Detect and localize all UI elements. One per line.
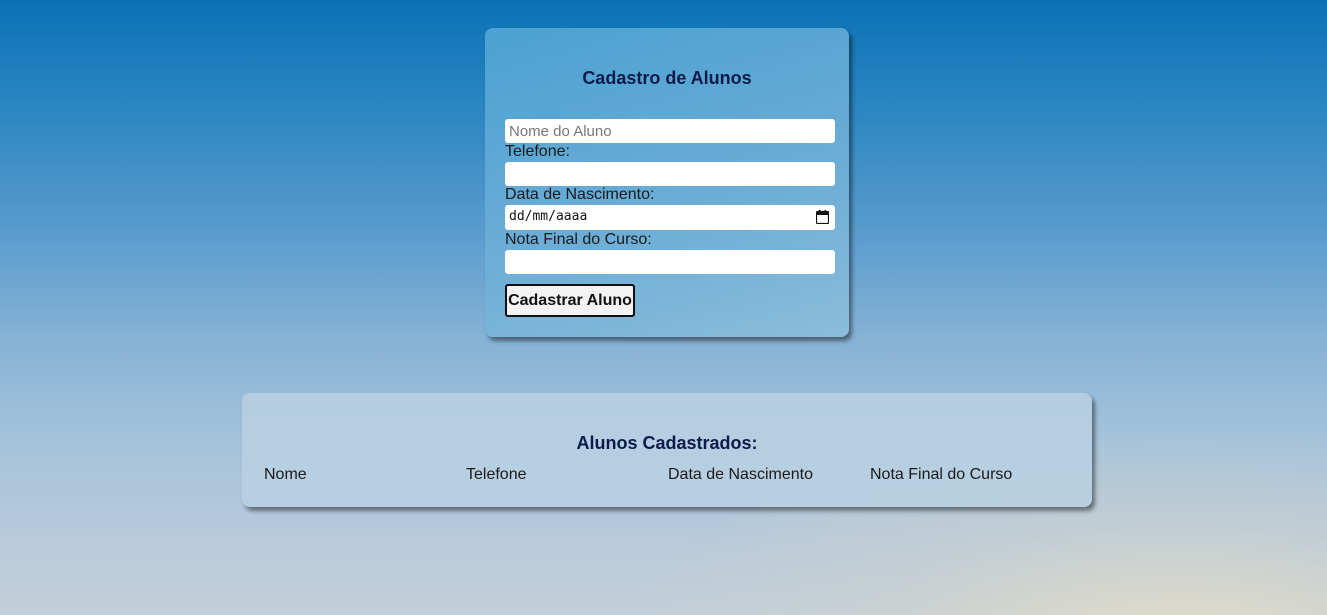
register-student-button[interactable]: Cadastrar Aluno	[505, 284, 635, 317]
column-header-nome: Nome	[264, 466, 307, 483]
name-input[interactable]	[505, 119, 835, 143]
grade-input[interactable]	[505, 250, 835, 274]
birthdate-value: dd/mm/aaaa	[509, 209, 588, 224]
student-form-card: Cadastro de Alunos Nome: Telefone: Data …	[485, 28, 849, 337]
birthdate-input[interactable]: dd/mm/aaaa	[505, 205, 835, 230]
calendar-icon[interactable]	[816, 210, 829, 224]
table-title: Alunos Cadastrados:	[576, 433, 758, 453]
grade-label: Nota Final do Curso:	[505, 231, 652, 248]
column-header-telefone: Telefone	[466, 466, 527, 483]
birthdate-label: Data de Nascimento:	[505, 186, 655, 203]
form-title: Cadastro de Alunos	[582, 68, 752, 88]
phone-input[interactable]	[505, 162, 835, 186]
phone-label: Telefone:	[505, 143, 570, 160]
column-header-data-nascimento: Data de Nascimento	[668, 466, 813, 483]
students-table-card: Alunos Cadastrados: Nome Telefone Data d…	[242, 393, 1092, 507]
column-header-nota-final: Nota Final do Curso	[870, 466, 1013, 483]
